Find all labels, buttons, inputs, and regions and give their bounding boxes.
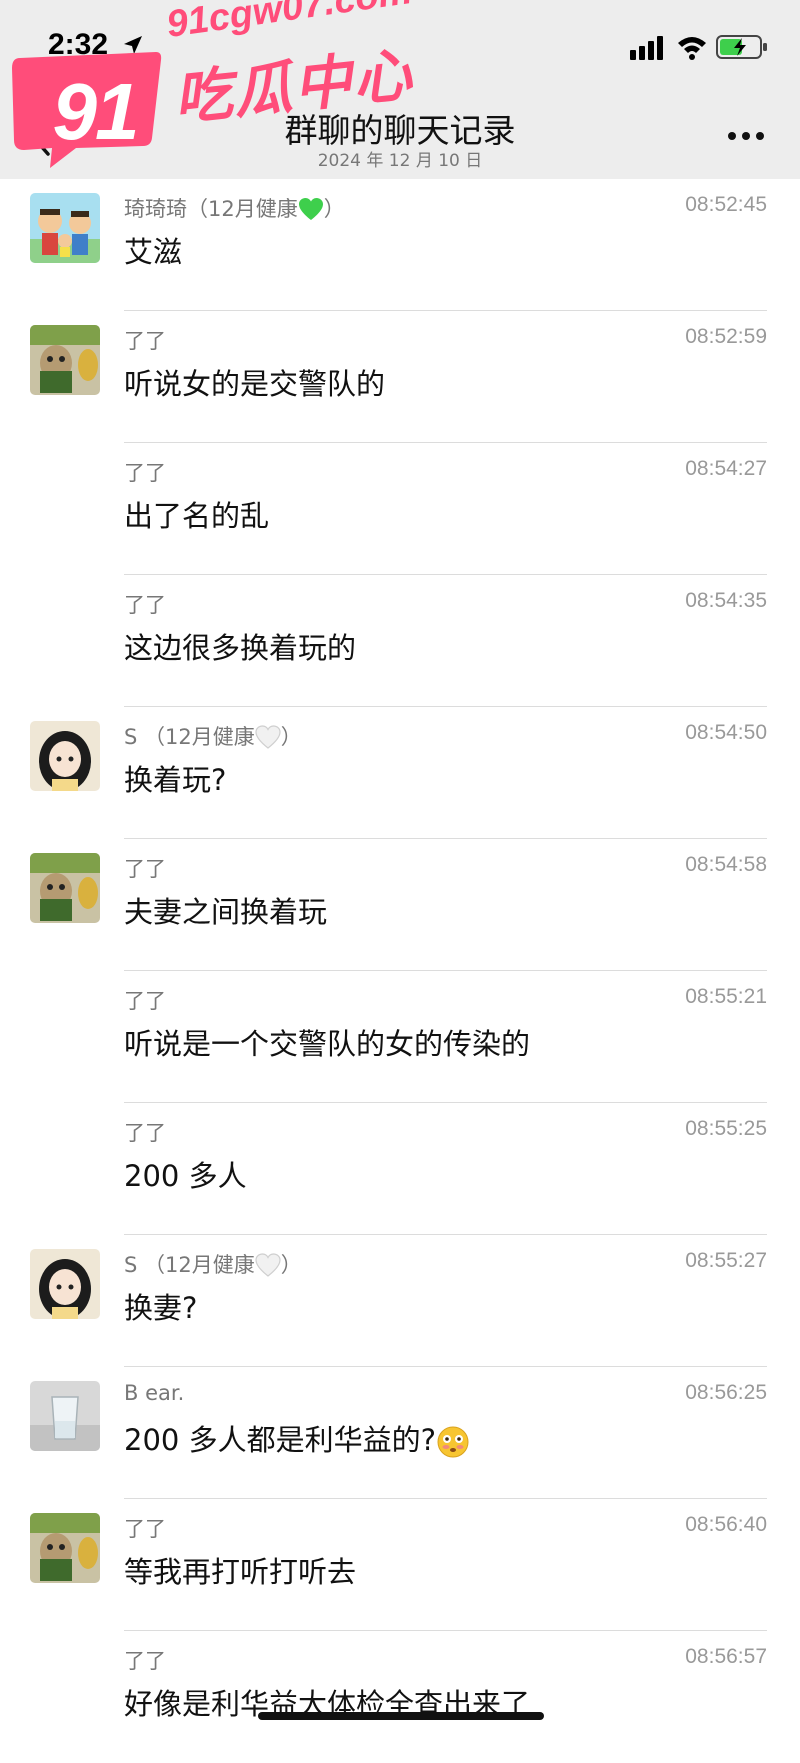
- message-text[interactable]: 这边很多换着玩的: [124, 625, 356, 667]
- chat-message: 琦琦琦（12月健康） 08:52:45 艾滋: [0, 179, 800, 311]
- watermark-number: 91: [52, 67, 140, 156]
- sender-name: 了了: [124, 857, 166, 881]
- dog-toy-avatar[interactable]: [30, 325, 100, 395]
- message-text[interactable]: 夫妻之间换着玩: [124, 889, 327, 931]
- chat-message: B ear. 08:56:25 200 多人都是利华益的?: [0, 1367, 800, 1499]
- glass-cup-avatar[interactable]: [30, 1381, 100, 1451]
- chat-message: 了了 08:52:59 听说女的是交警队的: [0, 311, 800, 443]
- message-text[interactable]: 换着玩?: [124, 757, 226, 799]
- message-text[interactable]: 换妻?: [124, 1285, 197, 1327]
- message-text[interactable]: 200 多人: [124, 1153, 247, 1195]
- message-time: 08:55:21: [685, 985, 767, 1008]
- message-time: 08:56:25: [685, 1381, 767, 1404]
- message-time: 08:54:35: [685, 589, 767, 612]
- sender-name: S （12月健康）: [124, 1253, 302, 1277]
- chat-message: 了了 08:54:27 出了名的乱: [0, 443, 800, 575]
- message-time: 08:52:59: [685, 325, 767, 348]
- flushed-face-emoji: [437, 1426, 469, 1458]
- message-time: 08:54:50: [685, 721, 767, 744]
- message-time: 08:56:57: [685, 1645, 767, 1668]
- wifi-icon: [678, 37, 706, 60]
- message-text[interactable]: 出了名的乱: [124, 493, 269, 535]
- sender-name: 了了: [124, 1517, 166, 1541]
- message-time: 08:55:25: [685, 1117, 767, 1140]
- battery-charging-icon: [716, 35, 767, 59]
- message-time: 08:56:40: [685, 1513, 767, 1536]
- chat-message: 了了 08:55:25 200 多人: [0, 1103, 800, 1235]
- message-text[interactable]: 等我再打听打听去: [124, 1549, 356, 1591]
- green-heart-icon: [298, 198, 323, 220]
- cellular-signal-icon: [630, 36, 663, 60]
- message-time: 08:55:27: [685, 1249, 767, 1272]
- dog-toy-avatar[interactable]: [30, 1513, 100, 1583]
- chat-message: 了了 08:55:21 听说是一个交警队的女的传染的: [0, 971, 800, 1103]
- cartoon-family-avatar[interactable]: [30, 193, 100, 263]
- sender-name: B ear.: [124, 1381, 185, 1405]
- anime-girl-avatar[interactable]: [30, 721, 100, 791]
- sender-name: 了了: [124, 989, 166, 1013]
- anime-girl-avatar[interactable]: [30, 1249, 100, 1319]
- message-text[interactable]: 听说女的是交警队的: [124, 361, 385, 403]
- dog-toy-avatar[interactable]: [30, 853, 100, 923]
- chat-message: 了了 08:54:35 这边很多换着玩的: [0, 575, 800, 707]
- sender-name: 琦琦琦（12月健康）: [124, 197, 345, 221]
- sender-name: 了了: [124, 1649, 166, 1673]
- chat-message: 了了 08:56:57 好像是利华益大体检全查出来了: [0, 1631, 800, 1763]
- chat-message: 了了 08:56:40 等我再打听打听去: [0, 1499, 800, 1631]
- chat-message: S （12月健康） 08:55:27 换妻?: [0, 1235, 800, 1367]
- message-text[interactable]: 艾滋: [124, 229, 182, 271]
- message-text[interactable]: 听说是一个交警队的女的传染的: [124, 1021, 530, 1063]
- white-heart-icon: [255, 1253, 281, 1277]
- sender-name: 了了: [124, 1121, 166, 1145]
- message-time: 08:52:45: [685, 193, 767, 216]
- sender-name: 了了: [124, 329, 166, 353]
- chat-message: S （12月健康） 08:54:50 换着玩?: [0, 707, 800, 839]
- message-time: 08:54:58: [685, 853, 767, 876]
- sender-name: 了了: [124, 593, 166, 617]
- message-text[interactable]: 200 多人都是利华益的?: [124, 1417, 470, 1459]
- chat-history-list[interactable]: 琦琦琦（12月健康） 08:52:45 艾滋 了了 08:52:59 听说女的是…: [0, 179, 800, 1733]
- home-indicator[interactable]: [258, 1712, 544, 1720]
- sender-name: 了了: [124, 461, 166, 485]
- chat-message: 了了 08:54:58 夫妻之间换着玩: [0, 839, 800, 971]
- white-heart-icon: [255, 725, 281, 749]
- message-time: 08:54:27: [685, 457, 767, 480]
- more-options-icon[interactable]: [726, 130, 766, 142]
- sender-name: S （12月健康）: [124, 725, 302, 749]
